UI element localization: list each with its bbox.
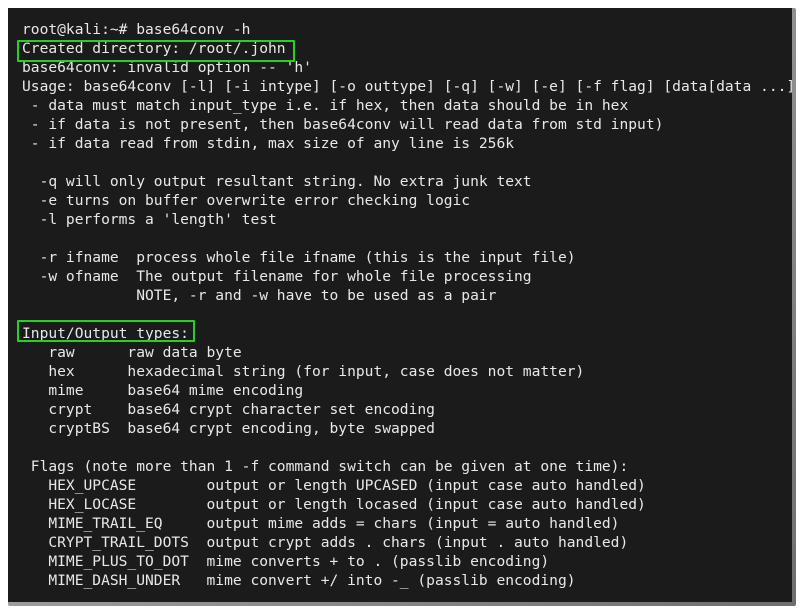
terminal-line-usage: Usage: base64conv [-l] [-i intype] [-o o…	[22, 78, 792, 95]
terminal-line-type-cryptbs: cryptBS base64 crypt encoding, byte swap…	[22, 420, 435, 437]
screenshot-root: root@kali:~# base64conv -h Created direc…	[0, 0, 800, 610]
terminal-line-created-directory: Created directory: /root/.john	[22, 40, 286, 57]
terminal-line-type-hex: hex hexadecimal string (for input, case …	[22, 363, 585, 380]
terminal-line-note: NOTE, -r and -w have to be used as a pai…	[22, 287, 497, 304]
terminal-line-flag-hex-locase: HEX_LOCASE output or length locased (inp…	[22, 496, 646, 513]
terminal-line-option-q: -q will only output resultant string. No…	[22, 173, 532, 190]
terminal-line-option-r: -r ifname process whole file ifname (thi…	[22, 249, 576, 266]
terminal-line-io-types-header: Input/Output types:	[22, 325, 189, 342]
terminal-line-option-e: -e turns on buffer overwrite error check…	[22, 192, 471, 209]
terminal-line-option-l: -l performs a 'length' test	[22, 211, 277, 228]
terminal-line-type-mime: mime base64 mime encoding	[22, 382, 304, 399]
terminal-line-flag-mime-plus-to-dot: MIME_PLUS_TO_DOT mime converts + to . (p…	[22, 553, 550, 570]
terminal-line-flag-mime-dash-under: MIME_DASH_UNDER mime convert +/ into -_ …	[22, 572, 576, 589]
terminal-output[interactable]: root@kali:~# base64conv -h Created direc…	[8, 8, 792, 602]
terminal-window[interactable]: root@kali:~# base64conv -h Created direc…	[8, 8, 792, 602]
terminal-line-flag-hex-upcase: HEX_UPCASE output or length UPCASED (inp…	[22, 477, 646, 494]
terminal-line: base64conv: invalid option -- 'h'	[22, 59, 312, 76]
terminal-line: root@kali:~# base64conv -h	[22, 21, 251, 38]
terminal-line-option-w: -w ofname The output filename for whole …	[22, 268, 532, 285]
terminal-line-flags-header: Flags (note more than 1 -f command switc…	[22, 458, 629, 475]
terminal-line-type-crypt: crypt base64 crypt character set encodin…	[22, 401, 435, 418]
terminal-line-type-raw: raw raw data byte	[22, 344, 242, 361]
terminal-line: - if data read from stdin, max size of a…	[22, 135, 515, 152]
terminal-line-flag-crypt-trail-dots: CRYPT_TRAIL_DOTS output crypt adds . cha…	[22, 534, 629, 551]
terminal-line: - data must match input_type i.e. if hex…	[22, 97, 629, 114]
terminal-line: - if data is not present, then base64con…	[22, 116, 664, 133]
terminal-line-flag-mime-trail-eq: MIME_TRAIL_EQ output mime adds = chars (…	[22, 515, 620, 532]
